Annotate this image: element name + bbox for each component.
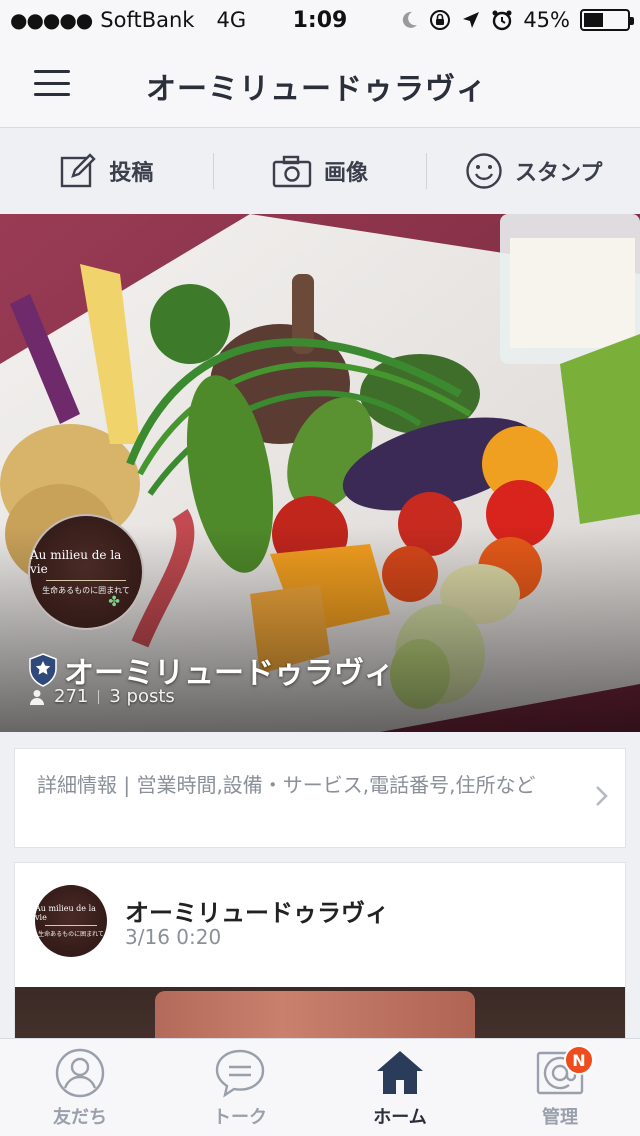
tab-bar: 友だち トーク ホーム 管理 N — [0, 1038, 640, 1136]
location-arrow-icon — [463, 12, 480, 28]
smiley-icon — [466, 153, 502, 189]
tab-home[interactable]: ホーム — [320, 1039, 480, 1136]
tab-friends-label: 友だち — [53, 1107, 107, 1128]
tab-home-label: ホーム — [373, 1107, 427, 1128]
sticker-action-label: スタンプ — [515, 161, 603, 186]
carrier-label: SoftBank — [100, 8, 195, 32]
person-icon — [55, 1048, 105, 1098]
status-right: 45% — [399, 8, 634, 32]
follower-person-icon — [30, 689, 44, 705]
tab-manage-label: 管理 — [542, 1107, 578, 1128]
action-bar: 投稿 画像 スタンプ — [0, 128, 640, 214]
details-info-row[interactable]: 詳細情報 | 営業時間,設備・サービス,電話番号,住所など — [14, 748, 626, 848]
post-date: 3/16 0:20 — [125, 925, 222, 949]
notification-badge: N — [564, 1045, 594, 1075]
battery-icon — [580, 9, 634, 31]
tab-friends[interactable]: 友だち — [0, 1039, 160, 1136]
nav-bar: オーミリュードゥラヴィ — [0, 40, 640, 128]
post-count: 3 posts — [109, 686, 175, 707]
avatar-brand-text: Au milieu de la vie — [30, 548, 122, 576]
post-avatar-brand-text: Au milieu de la vie — [35, 904, 96, 922]
network-label: 4G — [216, 8, 247, 32]
post-avatar[interactable]: Au milieu de la vie 生命あるものに囲まれて — [35, 885, 107, 957]
post-avatar-tagline: 生命あるものに囲まれて — [38, 931, 104, 938]
camera-icon — [272, 155, 312, 188]
cover-photo[interactable]: Au milieu de la vie 生命あるものに囲まれて ✤ オーミリュー… — [0, 214, 640, 732]
compose-icon — [61, 153, 97, 188]
chat-bubble-icon — [215, 1049, 265, 1098]
image-action-button[interactable]: 画像 — [214, 128, 427, 214]
status-left: ●●●●● SoftBank 4G — [10, 8, 399, 32]
official-badge-icon — [29, 653, 57, 687]
post-action-label: 投稿 — [109, 161, 154, 186]
cover-stats: 271 3 posts — [30, 686, 175, 707]
avatar-divider — [46, 580, 126, 581]
moon-icon — [403, 11, 418, 28]
profile-avatar[interactable]: Au milieu de la vie 生命あるものに囲まれて ✤ — [28, 514, 144, 630]
chevron-right-icon — [596, 786, 608, 806]
sticker-action-button[interactable]: スタンプ — [427, 128, 640, 214]
page-title: オーミリュードゥラヴィ — [146, 72, 487, 107]
stats-divider — [98, 689, 100, 704]
details-info-text: 詳細情報 | 営業時間,設備・サービス,電話番号,住所など — [37, 773, 536, 797]
clover-icon: ✤ — [108, 594, 120, 610]
status-bar: ●●●●● SoftBank 4G 1:09 45% — [0, 0, 640, 40]
battery-percent: 45% — [523, 8, 570, 32]
follower-count: 271 — [54, 686, 89, 707]
post-author[interactable]: オーミリュードゥラヴィ — [125, 893, 389, 928]
alarm-icon — [492, 10, 512, 31]
post-action-button[interactable]: 投稿 — [0, 128, 213, 214]
signal-strength-icon: ●●●●● — [10, 8, 93, 32]
image-action-label: 画像 — [324, 161, 369, 186]
home-icon — [377, 1051, 423, 1094]
menu-icon[interactable] — [34, 70, 70, 96]
tab-talk[interactable]: トーク — [160, 1039, 320, 1136]
rotation-lock-icon — [430, 10, 451, 30]
battery-fill — [584, 13, 603, 27]
tab-manage[interactable]: 管理 N — [480, 1039, 640, 1136]
post-card[interactable]: Au milieu de la vie 生命あるものに囲まれて オーミリュードゥ… — [14, 862, 626, 1062]
tab-talk-label: トーク — [213, 1107, 267, 1128]
post-avatar-divider — [45, 925, 97, 926]
